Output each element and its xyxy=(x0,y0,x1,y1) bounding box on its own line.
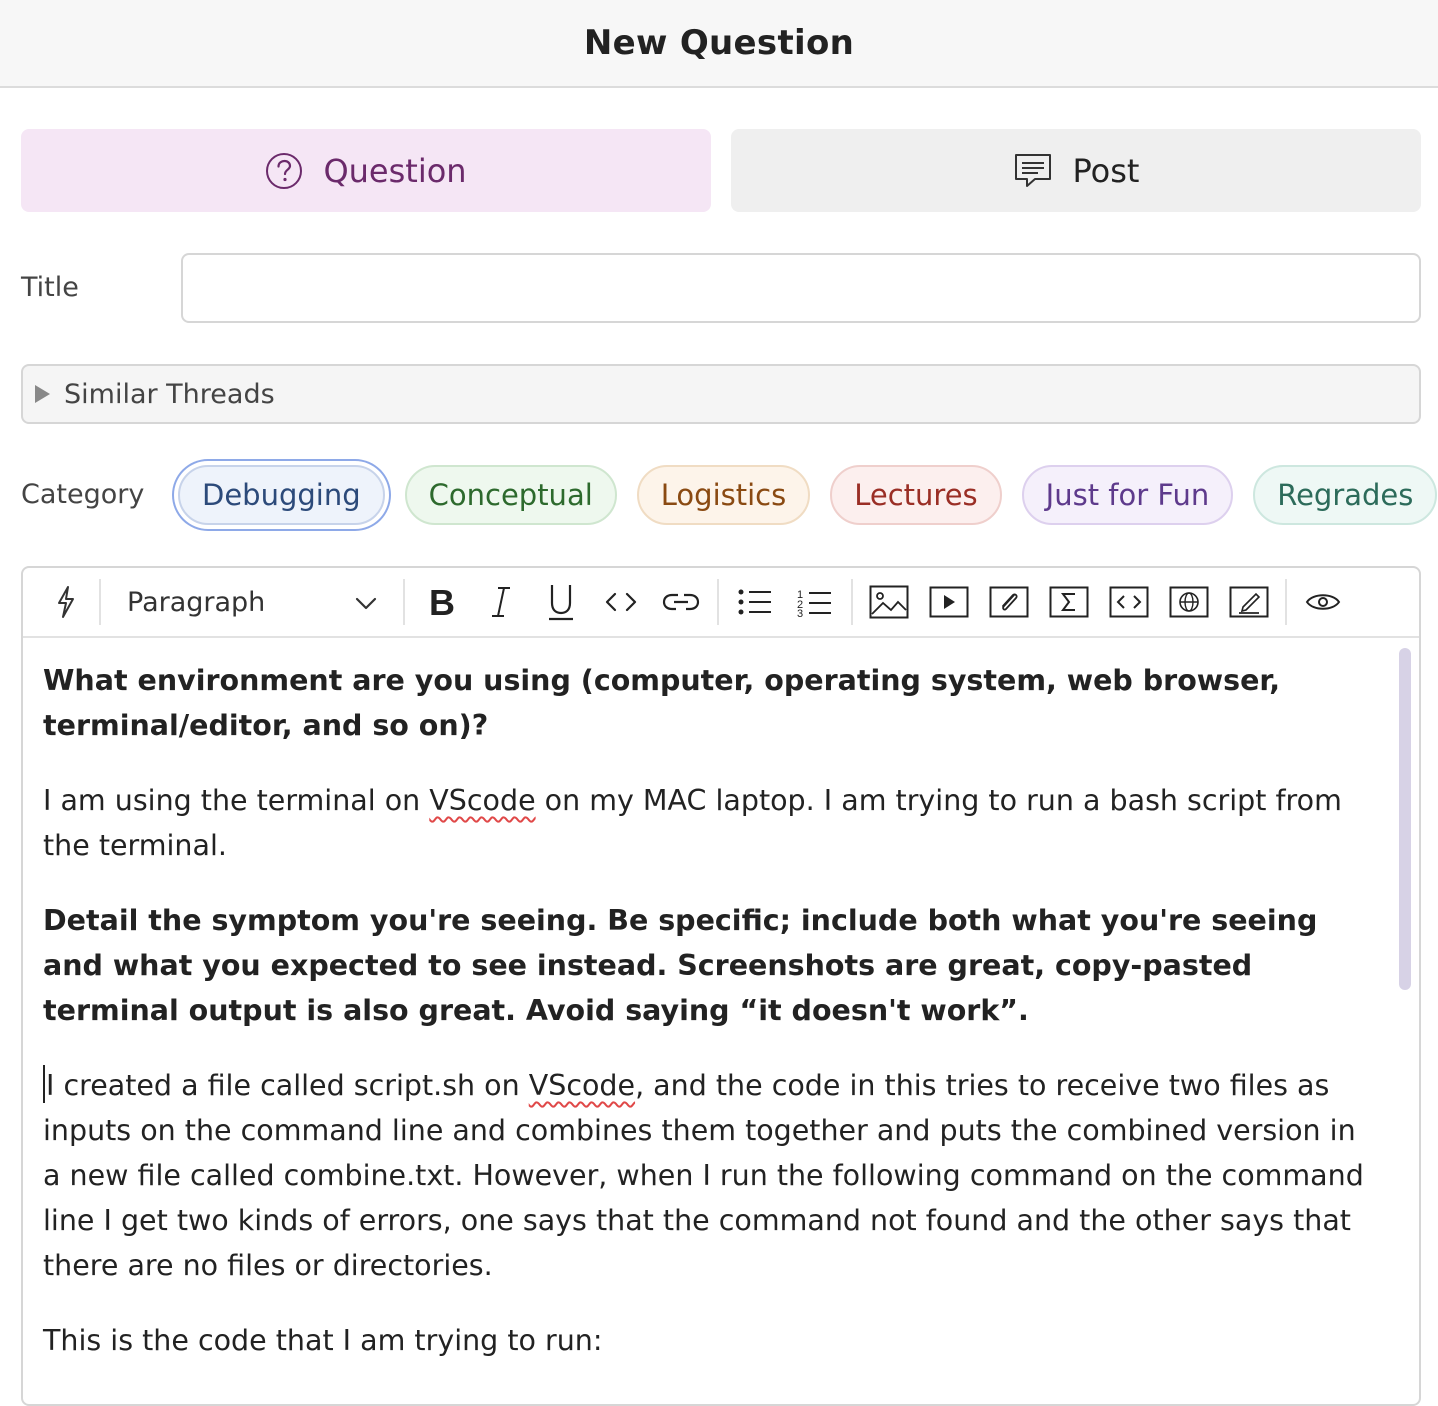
text-caret xyxy=(43,1065,45,1103)
answer-code-intro: This is the code that I am trying to run… xyxy=(43,1324,603,1357)
category-chip-just-for-fun[interactable]: Just for Fun xyxy=(1021,465,1234,525)
svg-text:B: B xyxy=(429,585,455,619)
category-label: Category xyxy=(21,479,145,510)
similar-threads-toggle[interactable]: Similar Threads xyxy=(21,364,1421,424)
preview-icon[interactable] xyxy=(1293,568,1353,637)
math-icon[interactable] xyxy=(1039,568,1099,637)
post-type-label: Post xyxy=(1072,151,1140,190)
category-chips: Debugging Conceptual Logistics Lectures … xyxy=(178,465,1438,525)
editor-content[interactable]: What environment are you using (computer… xyxy=(23,638,1393,1393)
bold-icon[interactable]: B xyxy=(411,568,471,637)
code-inline-icon[interactable] xyxy=(591,568,651,637)
link-icon[interactable] xyxy=(651,568,711,637)
paragraph-style-value: Paragraph xyxy=(127,586,266,618)
editor-scrollbar[interactable] xyxy=(1399,648,1411,990)
underline-icon[interactable] xyxy=(531,568,591,637)
editor-toolbar: Paragraph B 123 xyxy=(23,568,1419,638)
numbered-list-icon[interactable]: 123 xyxy=(785,568,845,637)
lightning-icon[interactable] xyxy=(39,568,93,637)
question-type-button[interactable]: Question xyxy=(21,129,711,212)
post-type-button[interactable]: Post xyxy=(731,129,1421,212)
title-input[interactable] xyxy=(181,253,1421,323)
toolbar-divider xyxy=(717,579,719,625)
toolbar-divider xyxy=(1285,579,1287,625)
bullet-list-icon[interactable] xyxy=(725,568,785,637)
category-chip-logistics[interactable]: Logistics xyxy=(636,465,811,525)
rich-text-editor: Paragraph B 123 What environment are you… xyxy=(21,566,1421,1406)
italic-icon[interactable] xyxy=(471,568,531,637)
question-type-label: Question xyxy=(323,151,467,190)
title-label: Title xyxy=(21,272,79,303)
similar-threads-label: Similar Threads xyxy=(64,378,275,410)
chevron-down-icon xyxy=(355,587,377,618)
post-type-selector: Question Post xyxy=(21,129,1421,212)
prompt-symptom: Detail the symptom you're seeing. Be spe… xyxy=(43,904,1318,1027)
toolbar-divider xyxy=(403,579,405,625)
disclosure-triangle-icon xyxy=(35,385,50,403)
code-block-icon[interactable] xyxy=(1099,568,1159,637)
svg-text:3: 3 xyxy=(797,608,803,617)
video-icon[interactable] xyxy=(919,568,979,637)
question-circle-icon xyxy=(265,152,303,190)
answer-symptom: I created a file called script.sh on VSc… xyxy=(43,1063,1373,1288)
misspelled-word: VScode xyxy=(528,1069,636,1102)
prompt-environment: What environment are you using (computer… xyxy=(43,664,1281,742)
chat-bubble-icon xyxy=(1013,152,1053,190)
web-embed-icon[interactable] xyxy=(1159,568,1219,637)
image-icon[interactable] xyxy=(859,568,919,637)
paragraph-style-select[interactable]: Paragraph xyxy=(107,568,397,637)
toolbar-divider xyxy=(851,579,853,625)
category-chip-debugging[interactable]: Debugging xyxy=(178,465,385,525)
draw-icon[interactable] xyxy=(1219,568,1279,637)
category-chip-conceptual[interactable]: Conceptual xyxy=(404,465,617,525)
attachment-icon[interactable] xyxy=(979,568,1039,637)
page-header: New Question xyxy=(0,0,1438,88)
answer-environment: I am using the terminal on VScode on my … xyxy=(43,784,1342,862)
toolbar-divider xyxy=(99,579,101,625)
page-title: New Question xyxy=(583,23,855,63)
misspelled-word: VScode xyxy=(429,784,536,817)
category-chip-lectures[interactable]: Lectures xyxy=(830,465,1002,525)
category-chip-regrades[interactable]: Regrades xyxy=(1253,465,1438,525)
